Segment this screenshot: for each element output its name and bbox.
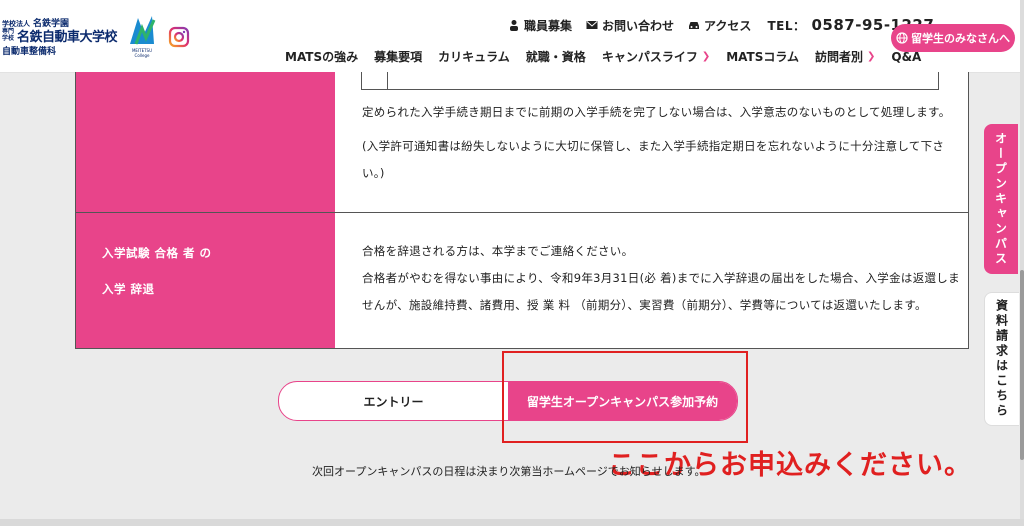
entry-button[interactable]: エントリー <box>279 382 508 420</box>
side-tab-request-materials[interactable]: 資料請求はこちら <box>984 292 1019 426</box>
horizontal-scrollbar[interactable] <box>0 519 1024 526</box>
withdrawal-line-1: 合格を辞退される方は、本学までご連絡ください。 <box>362 244 634 258</box>
nav-item-strengths[interactable]: MATSの強み <box>285 48 358 65</box>
procedure-line-3: い。) <box>362 166 385 180</box>
contact-link[interactable]: お問い合わせ <box>586 17 674 34</box>
procedure-line-1: 定められた入学手続き期日までに前期の入学手続を完了しない場合は、入学意志のないも… <box>362 105 951 119</box>
nav-item-curriculum[interactable]: カリキュラム <box>438 48 510 65</box>
staff-recruit-link[interactable]: 職員募集 <box>508 17 572 34</box>
logo-main-text: 名鉄自動車大学校 <box>17 30 118 45</box>
row-divider <box>76 212 968 213</box>
schedule-note: 次回オープンキャンパスの日程は決まり次第当ホームページでお知らせします。 <box>312 465 706 478</box>
procedure-line-2: (入学許可通知書は紛失しないように大切に保管し、また入学手続指定期日を忘れないよ… <box>362 139 945 153</box>
withdrawal-label-line-2: 入学 辞退 <box>102 282 155 296</box>
contact-label: お問い合わせ <box>602 18 675 33</box>
nav-item-qa[interactable]: Q&A <box>891 48 921 65</box>
header-utility-bar: 職員募集 お問い合わせ アクセス TEL： 0587-95-1227 <box>508 16 934 34</box>
scrollbar-thumb[interactable] <box>1020 270 1024 460</box>
side-tab-open-campus[interactable]: オープンキャンパス <box>984 124 1018 274</box>
access-label: アクセス <box>704 18 752 33</box>
nested-table-fragment <box>361 72 939 90</box>
nav-item-admissions[interactable]: 募集要項 <box>374 48 422 65</box>
table-label-column <box>76 72 335 348</box>
mail-icon <box>586 21 598 29</box>
car-icon <box>689 22 700 29</box>
withdrawal-label-line-1: 入学試験 合格 者 の <box>102 246 212 260</box>
highlight-box <box>502 351 748 443</box>
withdrawal-line-3: せんが、施設維持費、諸費用、授 業 料 （前期分）、実習費（前期分）、学費等につ… <box>362 298 927 312</box>
chevron-down-icon: ❯ <box>867 51 876 62</box>
main-navigation: MATSの強み 募集要項 カリキュラム 就職・資格 キャンパスライフ ❯ MATS… <box>285 48 921 65</box>
site-header: 学校法人 名鉄学園 専門学校 名鉄自動車大学校 自動車整備科 MEITETSU C… <box>0 0 1024 73</box>
person-icon <box>510 20 518 31</box>
admission-info-table: 定められた入学手続き期日までに前期の入学手続を完了しない場合は、入学意志のないも… <box>75 72 969 349</box>
access-link[interactable]: アクセス <box>688 17 751 34</box>
logo-small-text: 専門学校 <box>2 28 15 42</box>
nav-item-campus-life[interactable]: キャンパスライフ ❯ <box>602 48 710 65</box>
nav-item-visitors[interactable]: 訪問者別 ❯ <box>815 48 875 65</box>
logo-sub-text: 自動車整備科 <box>2 47 57 57</box>
nav-item-column[interactable]: MATSコラム <box>726 48 799 65</box>
svg-text:College: College <box>135 53 150 58</box>
staff-recruit-label: 職員募集 <box>524 18 573 33</box>
school-logo[interactable]: 学校法人 名鉄学園 専門学校 名鉄自動車大学校 自動車整備科 MEITETSU C… <box>0 14 160 60</box>
instagram-icon[interactable] <box>168 26 190 48</box>
logo-mark-icon: MEITETSU College <box>130 16 156 58</box>
withdrawal-line-2: 合格者がやむを得ない事由により、令和9年3月31日(必 着)までに入学辞退の届出… <box>362 271 960 285</box>
nav-item-careers[interactable]: 就職・資格 <box>526 48 586 65</box>
chevron-down-icon: ❯ <box>701 51 711 62</box>
globe-icon <box>896 32 908 44</box>
